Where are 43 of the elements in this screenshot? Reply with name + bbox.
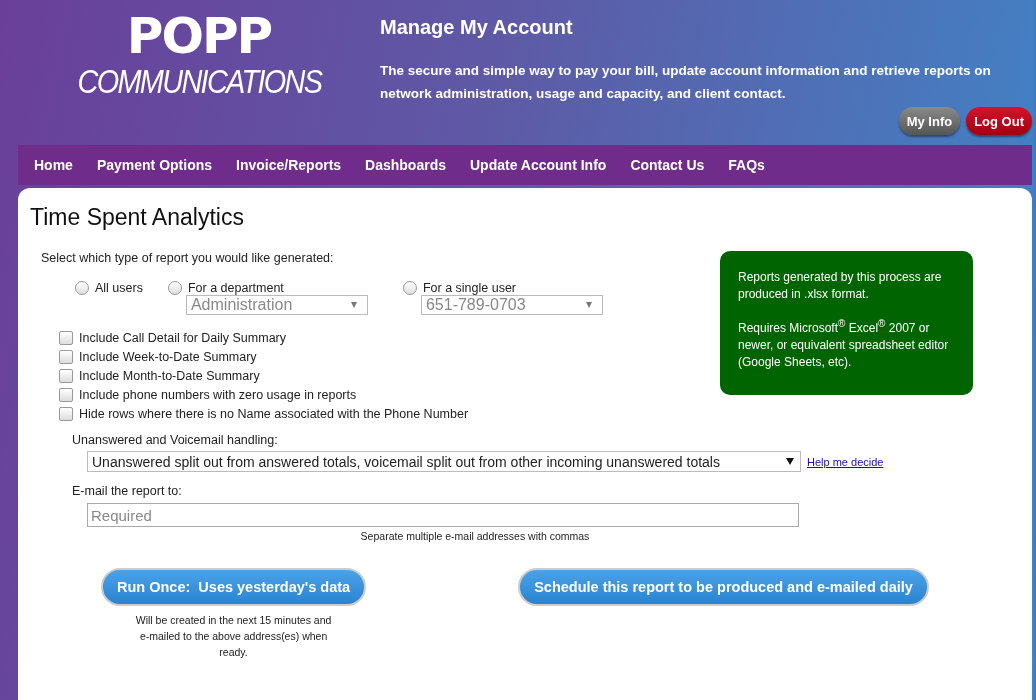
header-button[interactable]: Log Out bbox=[966, 107, 1032, 135]
page-title: Time Spent Analytics bbox=[30, 204, 245, 231]
action-note: Will be created in the next 15 minutes and e-mailed to the above address(es) when ready. bbox=[134, 613, 333, 660]
checkbox-label: Include phone numbers with zero usage in reports bbox=[79, 388, 357, 402]
radio-label: For a single user bbox=[422, 281, 517, 295]
nav-link[interactable]: FAQs bbox=[716, 157, 777, 173]
checkbox[interactable] bbox=[59, 350, 73, 364]
checkbox-label: Include Call Detail for Daily Summary bbox=[79, 331, 286, 345]
caret-icon bbox=[350, 302, 357, 308]
checkbox[interactable] bbox=[59, 388, 73, 402]
checkbox-label: Include Week-to-Date Summary bbox=[79, 350, 257, 364]
radio-button[interactable] bbox=[402, 281, 417, 295]
nav-link[interactable]: Contact Us bbox=[618, 157, 717, 173]
checkbox[interactable] bbox=[59, 369, 73, 383]
nav-link[interactable]: Update Account Info bbox=[458, 157, 619, 173]
email-label: E-mail the report to: bbox=[71, 484, 183, 498]
header-button[interactable]: My Info bbox=[898, 107, 961, 135]
nav-link[interactable]: Invoice/Reports bbox=[224, 157, 354, 173]
header-description: The secure and simple way to pay your bill, update account information and retrieve reports on network administration, usage and capacity, and client contact. bbox=[380, 62, 992, 103]
caret-icon bbox=[786, 458, 794, 465]
email-field[interactable]: Required bbox=[87, 503, 799, 527]
caret-icon bbox=[585, 302, 592, 308]
checkbox[interactable] bbox=[59, 407, 73, 421]
radio-label: For a department bbox=[187, 281, 284, 295]
nav-link[interactable]: Dashboards bbox=[353, 157, 458, 173]
nav-link[interactable]: Home bbox=[22, 157, 85, 173]
info-text: Requires Microsoft$^{®}$ Excel$^{®}$ 2007 or newer, or equivalent spreadsheet editor (Google Sheets, etc). bbox=[738, 317, 950, 371]
email-hint: Separate multiple e-mail addresses with commas bbox=[359, 530, 591, 542]
radio-button[interactable] bbox=[75, 281, 89, 295]
checkbox[interactable] bbox=[59, 331, 73, 345]
info-text: Reports generated by this process are produced in .xlsx format. bbox=[738, 269, 943, 303]
radio-label: All users bbox=[95, 281, 143, 295]
nav-link[interactable]: Payment Options bbox=[84, 157, 225, 173]
header-title: Manage My Account bbox=[380, 16, 574, 39]
checkbox-label: Include Month-to-Date Summary bbox=[79, 369, 260, 383]
handling-select[interactable]: Unanswered split out from answered totals, voicemail split out from other incoming unanswered totals bbox=[87, 451, 801, 472]
help-link[interactable]: Help me decide bbox=[807, 455, 884, 468]
checkbox-label: Hide rows where there is no Name associated with the Phone Number bbox=[79, 407, 469, 421]
radio-button[interactable] bbox=[167, 281, 182, 295]
report-type-prompt: Select which type of report you would like generated: bbox=[40, 251, 335, 265]
logo-tagline: COMMUNICATIONS bbox=[77, 62, 321, 100]
handling-label: Unanswered and Voicemail handling: bbox=[71, 433, 279, 447]
logo-wordmark: POPP bbox=[126, 10, 272, 62]
